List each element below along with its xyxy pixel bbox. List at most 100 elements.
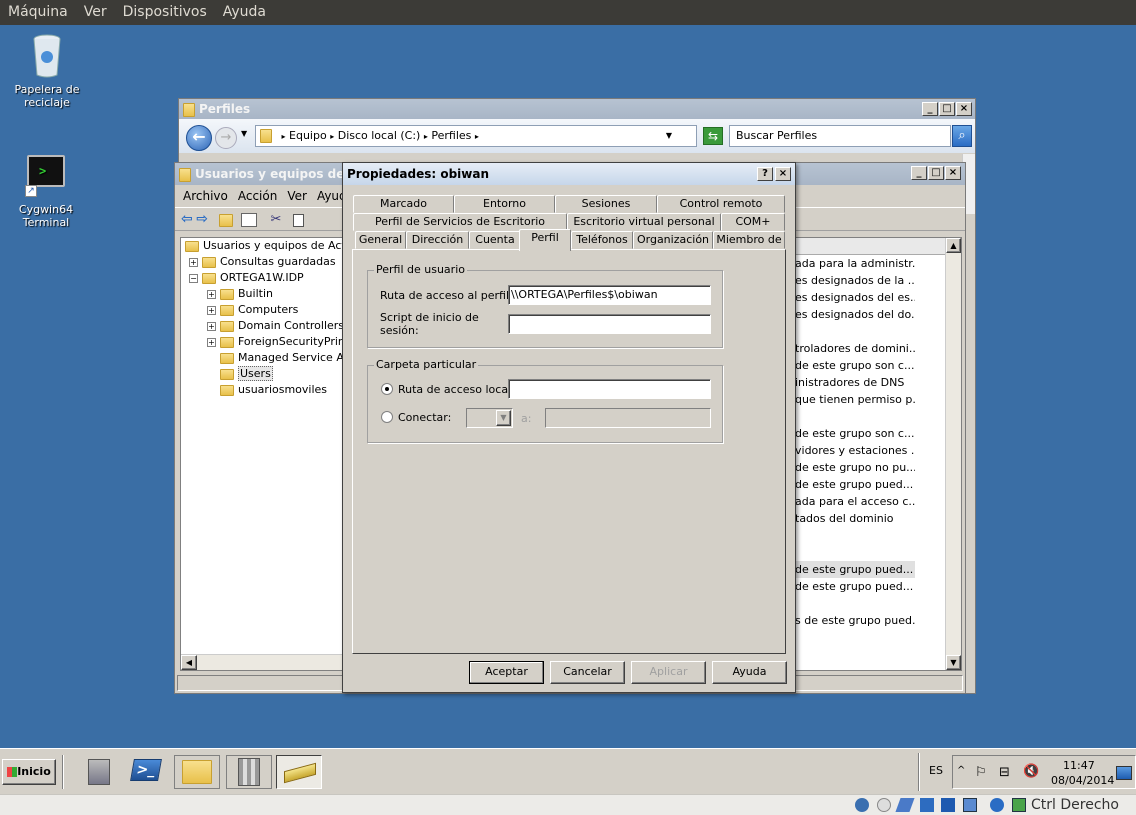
tab-entorno[interactable]: Entorno	[454, 195, 555, 213]
mouse-integration-icon[interactable]	[1011, 798, 1026, 812]
forward-arrow-icon[interactable]: ⇨	[196, 211, 208, 227]
tab-miembro-de[interactable]: Miembro de	[713, 231, 785, 249]
user-description-cell[interactable]	[795, 527, 915, 544]
menu-archivo[interactable]: Archivo	[183, 189, 228, 203]
user-description-cell[interactable]: de este grupo pued...	[795, 476, 915, 493]
taskbar-tools-button[interactable]	[226, 755, 272, 789]
aduc-close-button[interactable]: ×	[945, 166, 961, 180]
tab-cuenta[interactable]: Cuenta	[469, 231, 521, 249]
cut-icon[interactable]: ✂	[270, 212, 281, 227]
flag-icon[interactable]: ⚐	[975, 765, 987, 780]
breadcrumb-profiles[interactable]: Perfiles	[431, 129, 471, 142]
desktop-icon-recycle-bin[interactable]: Papelera de reciclaje	[2, 33, 92, 109]
logon-script-field[interactable]	[508, 314, 711, 334]
tab-com-plus[interactable]: COM+	[721, 213, 785, 231]
tab-direccion[interactable]: Dirección	[406, 231, 469, 249]
breadcrumb-local-disk[interactable]: Disco local (C:)	[338, 129, 421, 142]
user-description-cell[interactable]: de este grupo son c...	[795, 425, 915, 442]
profile-path-field[interactable]: \\ORTEGA\Perfiles$\obiwan	[508, 285, 711, 305]
ok-button[interactable]: Aceptar	[469, 661, 544, 684]
forward-arrow-icon[interactable]: →	[215, 127, 237, 149]
tab-escritorio-virtual[interactable]: Escritorio virtual personal	[567, 213, 721, 231]
show-hidden-icons-icon[interactable]: ^	[957, 765, 965, 776]
expand-icon[interactable]: +	[207, 337, 216, 347]
start-button[interactable]: Inicio	[2, 759, 56, 785]
show-desktop-icon[interactable]	[1116, 766, 1132, 780]
server-manager-icon[interactable]	[84, 757, 114, 787]
back-arrow-icon[interactable]: ⇦	[181, 211, 193, 227]
local-path-field[interactable]	[508, 379, 711, 399]
network-adapter-icon[interactable]	[990, 798, 1004, 812]
hard-disk-icon[interactable]	[855, 798, 869, 812]
explorer-minimize-button[interactable]: _	[922, 102, 938, 116]
desktop-icon-cygwin[interactable]: > ↗ Cygwin64 Terminal	[1, 155, 91, 229]
tab-control-remoto[interactable]: Control remoto	[657, 195, 785, 213]
copy-icon[interactable]	[292, 213, 304, 227]
user-description-cell[interactable]	[795, 408, 915, 425]
user-description-cell[interactable]	[795, 595, 915, 612]
apply-button[interactable]: Aplicar	[631, 661, 706, 684]
up-folder-icon[interactable]	[219, 213, 234, 227]
show-tree-icon[interactable]	[240, 213, 257, 227]
host-menu-devices[interactable]: Dispositivos	[115, 0, 215, 22]
user-description-cell[interactable]: es designados del do...	[795, 306, 915, 323]
user-description-cell[interactable]: ada para la administr...	[795, 255, 915, 272]
expand-icon[interactable]: +	[189, 257, 198, 267]
volume-muted-icon[interactable]: 🔇	[1023, 764, 1039, 779]
video-capture-icon[interactable]	[962, 798, 977, 812]
user-description-cell[interactable]: de este grupo son c...	[795, 357, 915, 374]
tab-general[interactable]: General	[355, 231, 406, 249]
tree-node[interactable]: Usuarios y equipos de Active	[181, 238, 344, 254]
user-description-cell[interactable]: troladores de domini...	[795, 340, 915, 357]
local-path-label[interactable]: Ruta de acceso local:	[398, 383, 515, 396]
user-description-cell[interactable]: s de este grupo pued...	[795, 612, 915, 629]
detail-vscrollbar[interactable]: ▲ ▼	[945, 238, 961, 670]
tree-node[interactable]: Users	[181, 366, 273, 382]
taskbar-aduc-button[interactable]	[276, 755, 322, 789]
connect-to-field[interactable]	[545, 408, 711, 428]
clock-time[interactable]: 11:47	[1063, 759, 1095, 772]
user-description-cell[interactable]: de este grupo no pu...	[795, 459, 915, 476]
tab-telefonos[interactable]: Teléfonos	[571, 231, 633, 249]
dialog-close-button[interactable]: ×	[775, 167, 791, 181]
dialog-help-button[interactable]: ?	[757, 167, 773, 181]
history-dropdown-icon[interactable]: ▼	[241, 129, 247, 138]
tree-node[interactable]: + Consultas guardadas	[181, 254, 336, 270]
tree-node[interactable]: + Domain Controllers	[181, 318, 344, 334]
expand-icon[interactable]: +	[207, 321, 216, 331]
tree-hscrollbar[interactable]: ◀	[181, 654, 344, 670]
tree-node[interactable]: + Builtin	[181, 286, 273, 302]
tab-marcado[interactable]: Marcado	[353, 195, 454, 213]
search-input[interactable]: Buscar Perfiles	[729, 125, 951, 147]
back-arrow-icon[interactable]: ←	[186, 125, 212, 151]
user-description-cell[interactable]: ada para el acceso c...	[795, 493, 915, 510]
optical-drive-icon[interactable]	[876, 798, 891, 812]
user-description-cell[interactable]: de este grupo pued...	[795, 578, 915, 595]
host-menu-machine[interactable]: Máquina	[0, 0, 76, 22]
menu-accion[interactable]: Acción	[238, 189, 277, 203]
local-path-radio[interactable]	[381, 383, 393, 395]
explorer-maximize-button[interactable]: □	[939, 102, 955, 116]
user-description-cell[interactable]	[795, 544, 915, 561]
taskbar-explorer-button[interactable]	[174, 755, 220, 789]
tab-organizacion[interactable]: Organización	[633, 231, 713, 249]
connect-radio[interactable]	[381, 411, 393, 423]
aduc-maximize-button[interactable]: □	[928, 166, 944, 180]
connect-label[interactable]: Conectar:	[398, 411, 451, 424]
collapse-icon[interactable]: −	[189, 273, 198, 283]
powershell-icon[interactable]: >_	[130, 759, 164, 785]
tree-node[interactable]: usuariosmoviles	[181, 382, 327, 398]
user-description-cell[interactable]: vidores y estaciones ...	[795, 442, 915, 459]
search-icon[interactable]: ⌕	[952, 125, 972, 147]
host-menu-help[interactable]: Ayuda	[215, 0, 274, 22]
host-menu-view[interactable]: Ver	[76, 0, 115, 22]
tree-node[interactable]: − ORTEGA1W.IDP	[181, 270, 304, 286]
breadcrumb-computer[interactable]: Equipo	[289, 129, 327, 142]
explorer-close-button[interactable]: ×	[956, 102, 972, 116]
user-description-cell[interactable]: es designados del es...	[795, 289, 915, 306]
detail-column-header[interactable]	[792, 238, 961, 255]
chevron-down-icon[interactable]: ▼	[496, 410, 511, 426]
clock-date[interactable]: 08/04/2014	[1051, 774, 1114, 787]
user-description-cell[interactable]: inistradores de DNS	[795, 374, 915, 391]
user-description-cell[interactable]: de este grupo pued...	[795, 561, 915, 578]
